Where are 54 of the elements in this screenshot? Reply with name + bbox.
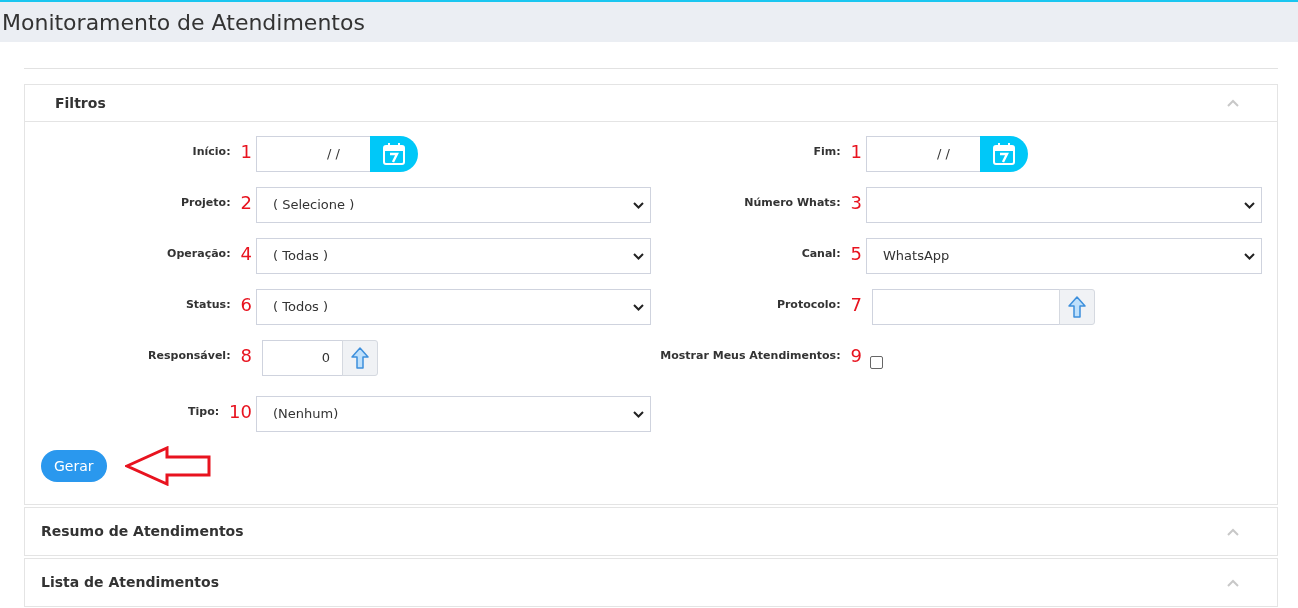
chevron-up-icon[interactable] [1227,99,1239,107]
lookup-button[interactable] [342,340,378,376]
calendar-button[interactable] [980,136,1028,172]
field-label: Canal: [801,245,841,262]
annotation-number: 5 [850,241,862,266]
annotation-number: 4 [240,241,252,266]
field-label: Responsável: [148,347,231,364]
dropdown-caret-icon [633,303,644,311]
dropdown-field[interactable]: ( Todos ) [256,289,651,325]
field-label: Projeto: [181,194,231,211]
field-label: Tipo: [188,403,220,420]
dropdown-caret-icon [1244,252,1255,260]
annotation-number: 1 [850,139,862,164]
annotation-number: 8 [240,343,252,368]
chevron-up-icon[interactable] [1227,527,1239,536]
field-label: Operação: [167,245,231,262]
field-label: Protocolo: [776,296,841,313]
dropdown-field[interactable]: ( Selecione ) [256,187,651,223]
dropdown-caret-icon [633,410,644,418]
annotation-number: 10 [229,399,252,424]
dropdown-field[interactable]: WhatsApp [866,238,1262,274]
field-label: Status: [185,296,231,313]
calendar-button[interactable] [370,136,418,172]
calendar-icon [382,142,406,166]
input-field[interactable]: 0 [262,340,343,376]
field-label: Início: [192,143,231,160]
dropdown-field[interactable]: ( Todas ) [256,238,651,274]
dropdown-caret-icon [633,201,644,209]
section-title[interactable]: Resumo de Atendimentos [41,521,244,542]
checkbox[interactable] [870,355,883,369]
dropdown-field[interactable]: (Nenhum) [256,396,651,432]
dropdown-caret-icon [633,252,644,260]
calendar-icon [992,142,1016,166]
arrow-up-icon [1068,296,1086,318]
annotation-number: 7 [850,292,862,317]
lookup-button[interactable] [1059,289,1095,325]
chevron-up-icon[interactable] [1227,578,1239,587]
dropdown-field[interactable] [866,187,1262,223]
page-title: Monitoramento de Atendimentos [2,8,365,37]
input-field[interactable] [872,289,1060,325]
arrow-up-icon [351,347,369,369]
section-title[interactable]: Filtros [55,92,106,114]
dropdown-caret-icon [1244,201,1255,209]
annotation-number: 9 [850,343,862,368]
section-title[interactable]: Lista de Atendimentos [41,572,219,593]
field-label: Mostrar Meus Atendimentos: [660,347,841,364]
annotation-number: 1 [240,139,252,164]
field-label: Fim: [813,143,841,160]
date-field[interactable]: / / [866,136,981,172]
field-label: Número Whats: [744,194,841,211]
annotation-number: 2 [240,190,252,215]
annotation-number: 3 [850,190,862,215]
date-field[interactable]: / / [256,136,371,172]
annotation-number: 6 [240,292,252,317]
